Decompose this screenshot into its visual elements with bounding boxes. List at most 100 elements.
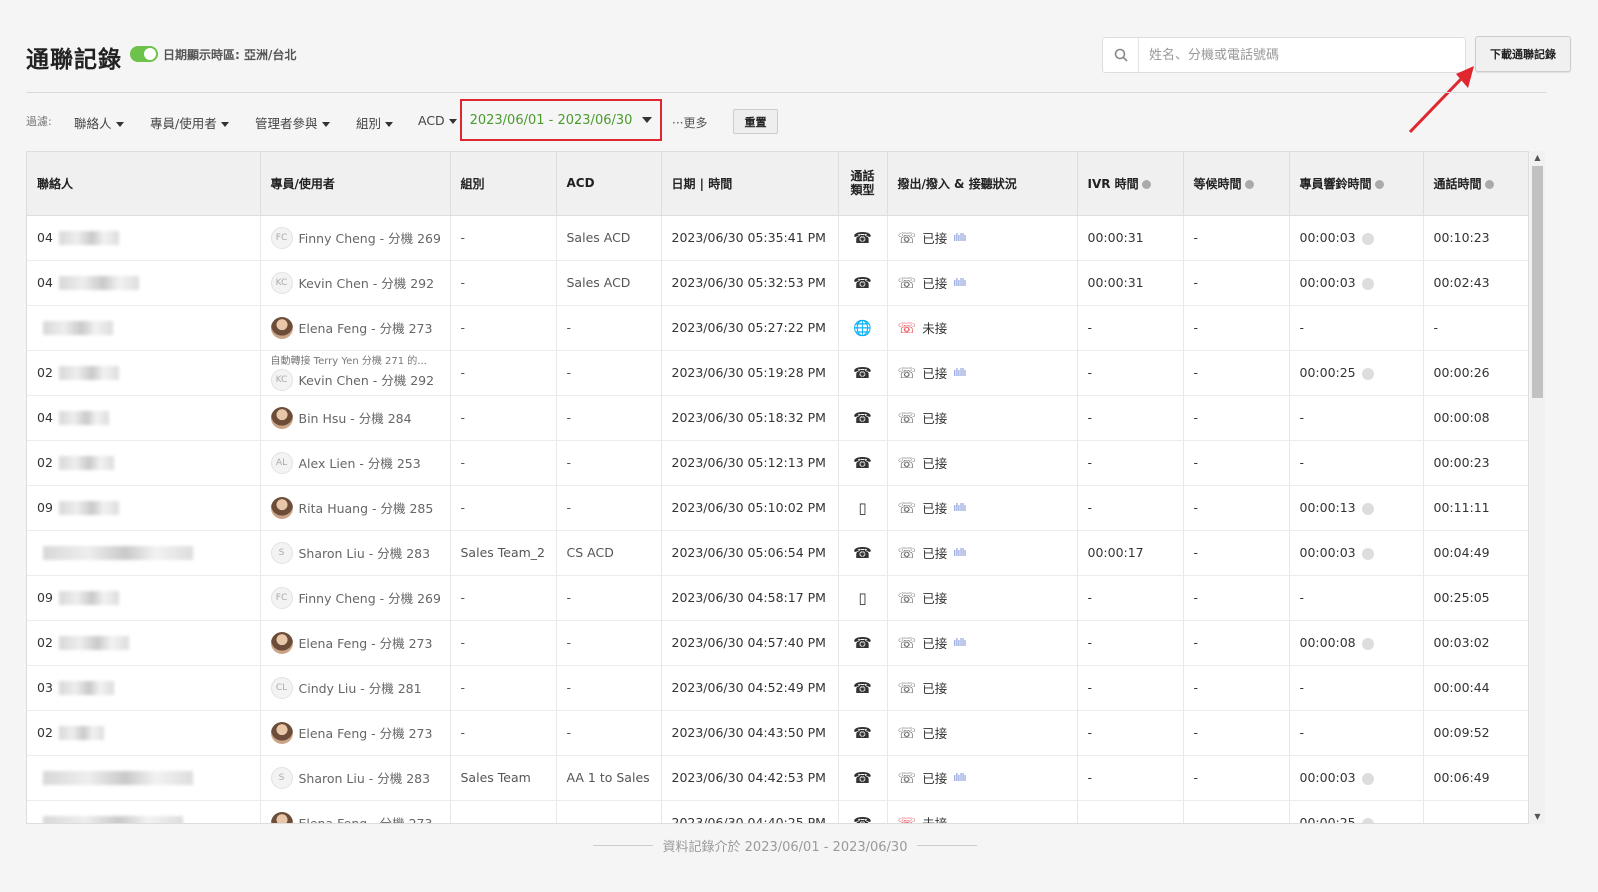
agent-name[interactable]: Bin Hsu - 分機 284 (299, 408, 412, 427)
call-status: ☏ 已接 ılıllı (898, 543, 1067, 562)
table-row[interactable]: Elena Feng - 分機 273- -2023/06/30 05:27:22… (27, 305, 1528, 351)
scroll-thumb[interactable] (1532, 166, 1543, 398)
table-row[interactable]: Elena Feng - 分機 273- -2023/06/30 04:40:25… (27, 800, 1528, 823)
contact-cell[interactable] (27, 800, 261, 823)
table-row[interactable]: 04 KC Kevin Chen - 分機 292- Sales ACD 2023/06… (27, 260, 1528, 306)
ring-detail-icon[interactable] (1361, 547, 1374, 560)
call-status: ☏ 已接 ılıllı (898, 498, 1067, 517)
agent-cell[interactable]: FC Finny Cheng - 分機 269 (270, 226, 441, 249)
agent-cell[interactable]: Bin Hsu - 分機 284 (270, 406, 440, 429)
agent-cell[interactable]: Elena Feng - 分機 273 (270, 721, 440, 744)
filter-agent[interactable]: 專員/使用者 (150, 113, 229, 132)
filter-group[interactable]: 組別 (356, 113, 394, 132)
recording-waveform-icon[interactable]: ılıllı (953, 231, 966, 244)
filter-bar: 過濾: 聯絡人 專員/使用者 管理者參與 組別 ACD 2023/06/01 -… (26, 99, 826, 141)
agent-cell[interactable]: Elena Feng - 分機 273 (270, 631, 440, 654)
agent-name[interactable]: Elena Feng - 分機 273 (299, 813, 433, 823)
agent-name[interactable]: Elena Feng - 分機 273 (299, 318, 433, 337)
table-row[interactable]: 02 自動轉接 Terry Yen 分機 271 的... KC Kevin Chen… (27, 350, 1528, 396)
ivr-time-cell: - (1077, 800, 1184, 823)
info-icon[interactable] (1484, 179, 1494, 189)
agent-name[interactable]: Alex Lien - 分機 253 (299, 453, 421, 472)
ring-detail-icon[interactable] (1361, 232, 1374, 245)
ring-detail-icon[interactable] (1361, 502, 1374, 515)
table-row[interactable]: 02 AL Alex Lien - 分機 253- -2023/06/30 05:12… (27, 440, 1528, 486)
agent-name[interactable]: Rita Huang - 分機 285 (299, 498, 434, 517)
agent-name[interactable]: Kevin Chen - 分機 292 (299, 273, 435, 292)
contact-cell[interactable]: 02 (27, 440, 261, 486)
call-status: ☏ 已接 (898, 723, 1067, 742)
timezone-toggle[interactable] (130, 46, 158, 62)
date-range-filter[interactable]: 2023/06/01 - 2023/06/30 (460, 99, 662, 141)
recording-waveform-icon[interactable]: ılıllı (953, 771, 966, 784)
table-row[interactable]: 02 Elena Feng - 分機 273- -2023/06/30 04:43:… (27, 710, 1528, 756)
recording-waveform-icon[interactable]: ılıllı (953, 276, 966, 289)
agent-cell[interactable]: FC Finny Cheng - 分機 269 (270, 586, 441, 609)
call-type-icon: ☎ (838, 620, 888, 666)
agent-cell[interactable]: S Sharon Liu - 分機 283 (270, 541, 440, 564)
table-row[interactable]: 09 FC Finny Cheng - 分機 269- -2023/06/30 04:… (27, 575, 1528, 621)
scroll-up-arrow-icon[interactable]: ▲ (1530, 151, 1545, 165)
more-filters-link[interactable]: ···更多 (672, 114, 707, 131)
agent-name[interactable]: Sharon Liu - 分機 283 (299, 768, 431, 787)
agent-cell[interactable]: KC Kevin Chen - 分機 292 (270, 271, 440, 294)
contact-cell[interactable] (27, 530, 261, 576)
agent-cell[interactable]: AL Alex Lien - 分機 253 (270, 451, 440, 474)
contact-cell[interactable]: 04 (27, 260, 261, 306)
contact-cell[interactable]: 02 (27, 350, 261, 396)
contact-cell[interactable]: 04 (27, 395, 261, 441)
agent-name[interactable]: Finny Cheng - 分機 269 (299, 228, 441, 247)
agent-cell[interactable]: Elena Feng - 分機 273 (270, 811, 440, 823)
call-type-icon: ☎ (838, 260, 888, 306)
agent-cell[interactable]: KC Kevin Chen - 分機 292 (270, 368, 440, 391)
agent-name[interactable]: Elena Feng - 分機 273 (299, 633, 433, 652)
agent-cell[interactable]: S Sharon Liu - 分機 283 (270, 766, 440, 789)
table-row[interactable]: S Sharon Liu - 分機 283 Sales Team AA 1 to Sa… (27, 755, 1528, 801)
ring-detail-icon[interactable] (1361, 817, 1374, 823)
agent-name[interactable]: Sharon Liu - 分機 283 (299, 543, 431, 562)
agent-name[interactable]: Finny Cheng - 分機 269 (299, 588, 441, 607)
table-row[interactable]: 03 CL Cindy Liu - 分機 281- -2023/06/30 04:52… (27, 665, 1528, 711)
agent-cell[interactable]: Rita Huang - 分機 285 (270, 496, 440, 519)
contact-cell[interactable] (27, 305, 261, 351)
ring-detail-icon[interactable] (1361, 772, 1374, 785)
contact-cell[interactable]: 09 (27, 485, 261, 531)
table-row[interactable]: 09 Rita Huang - 分機 285- -2023/06/30 05:10:… (27, 485, 1528, 531)
recording-waveform-icon[interactable]: ılıllı (953, 501, 966, 514)
filter-contact[interactable]: 聯絡人 (74, 113, 124, 132)
info-icon[interactable] (1244, 179, 1254, 189)
ring-detail-icon[interactable] (1361, 637, 1374, 650)
contact-cell[interactable]: 09 (27, 575, 261, 621)
status-text: 已接 (922, 546, 948, 561)
ring-time-cell: 00:00:25 (1289, 800, 1424, 823)
filter-acd[interactable]: ACD (418, 113, 457, 128)
agent-name[interactable]: Elena Feng - 分機 273 (299, 723, 433, 742)
contact-cell[interactable]: 02 (27, 710, 261, 756)
table-row[interactable]: 04 Bin Hsu - 分機 284- -2023/06/30 05:18:32 … (27, 395, 1528, 441)
recording-waveform-icon[interactable]: ılıllı (953, 636, 966, 649)
filter-supervisor[interactable]: 管理者參與 (255, 113, 330, 132)
search-icon[interactable] (1103, 38, 1139, 72)
table-scrollbar[interactable]: ▲ ▼ (1530, 151, 1545, 824)
scroll-down-arrow-icon[interactable]: ▼ (1530, 810, 1545, 824)
agent-cell[interactable]: CL Cindy Liu - 分機 281 (270, 676, 440, 699)
ring-detail-icon[interactable] (1361, 367, 1374, 380)
table-row[interactable]: 04 FC Finny Cheng - 分機 269- Sales ACD 2023/0… (27, 215, 1528, 261)
contact-cell[interactable] (27, 755, 261, 801)
contact-cell[interactable]: 02 (27, 620, 261, 666)
agent-name[interactable]: Cindy Liu - 分機 281 (299, 678, 422, 697)
info-icon[interactable] (1141, 179, 1151, 189)
ivr-time-cell: - (1077, 440, 1184, 486)
agent-name[interactable]: Kevin Chen - 分機 292 (299, 370, 435, 389)
info-icon[interactable] (1374, 179, 1384, 189)
call-status: ☏ 已接 ılıllı (898, 363, 1067, 382)
reset-button[interactable]: 重置 (733, 109, 778, 134)
table-row[interactable]: 02 Elena Feng - 分機 273- -2023/06/30 04:57:… (27, 620, 1528, 666)
contact-cell[interactable]: 04 (27, 215, 261, 261)
ring-detail-icon[interactable] (1361, 277, 1374, 290)
recording-waveform-icon[interactable]: ılıllı (953, 366, 966, 379)
agent-cell[interactable]: Elena Feng - 分機 273 (270, 316, 440, 339)
contact-cell[interactable]: 03 (27, 665, 261, 711)
recording-waveform-icon[interactable]: ılıllı (953, 546, 966, 559)
table-row[interactable]: S Sharon Liu - 分機 283 Sales Team_2 CS ACD 20… (27, 530, 1528, 576)
